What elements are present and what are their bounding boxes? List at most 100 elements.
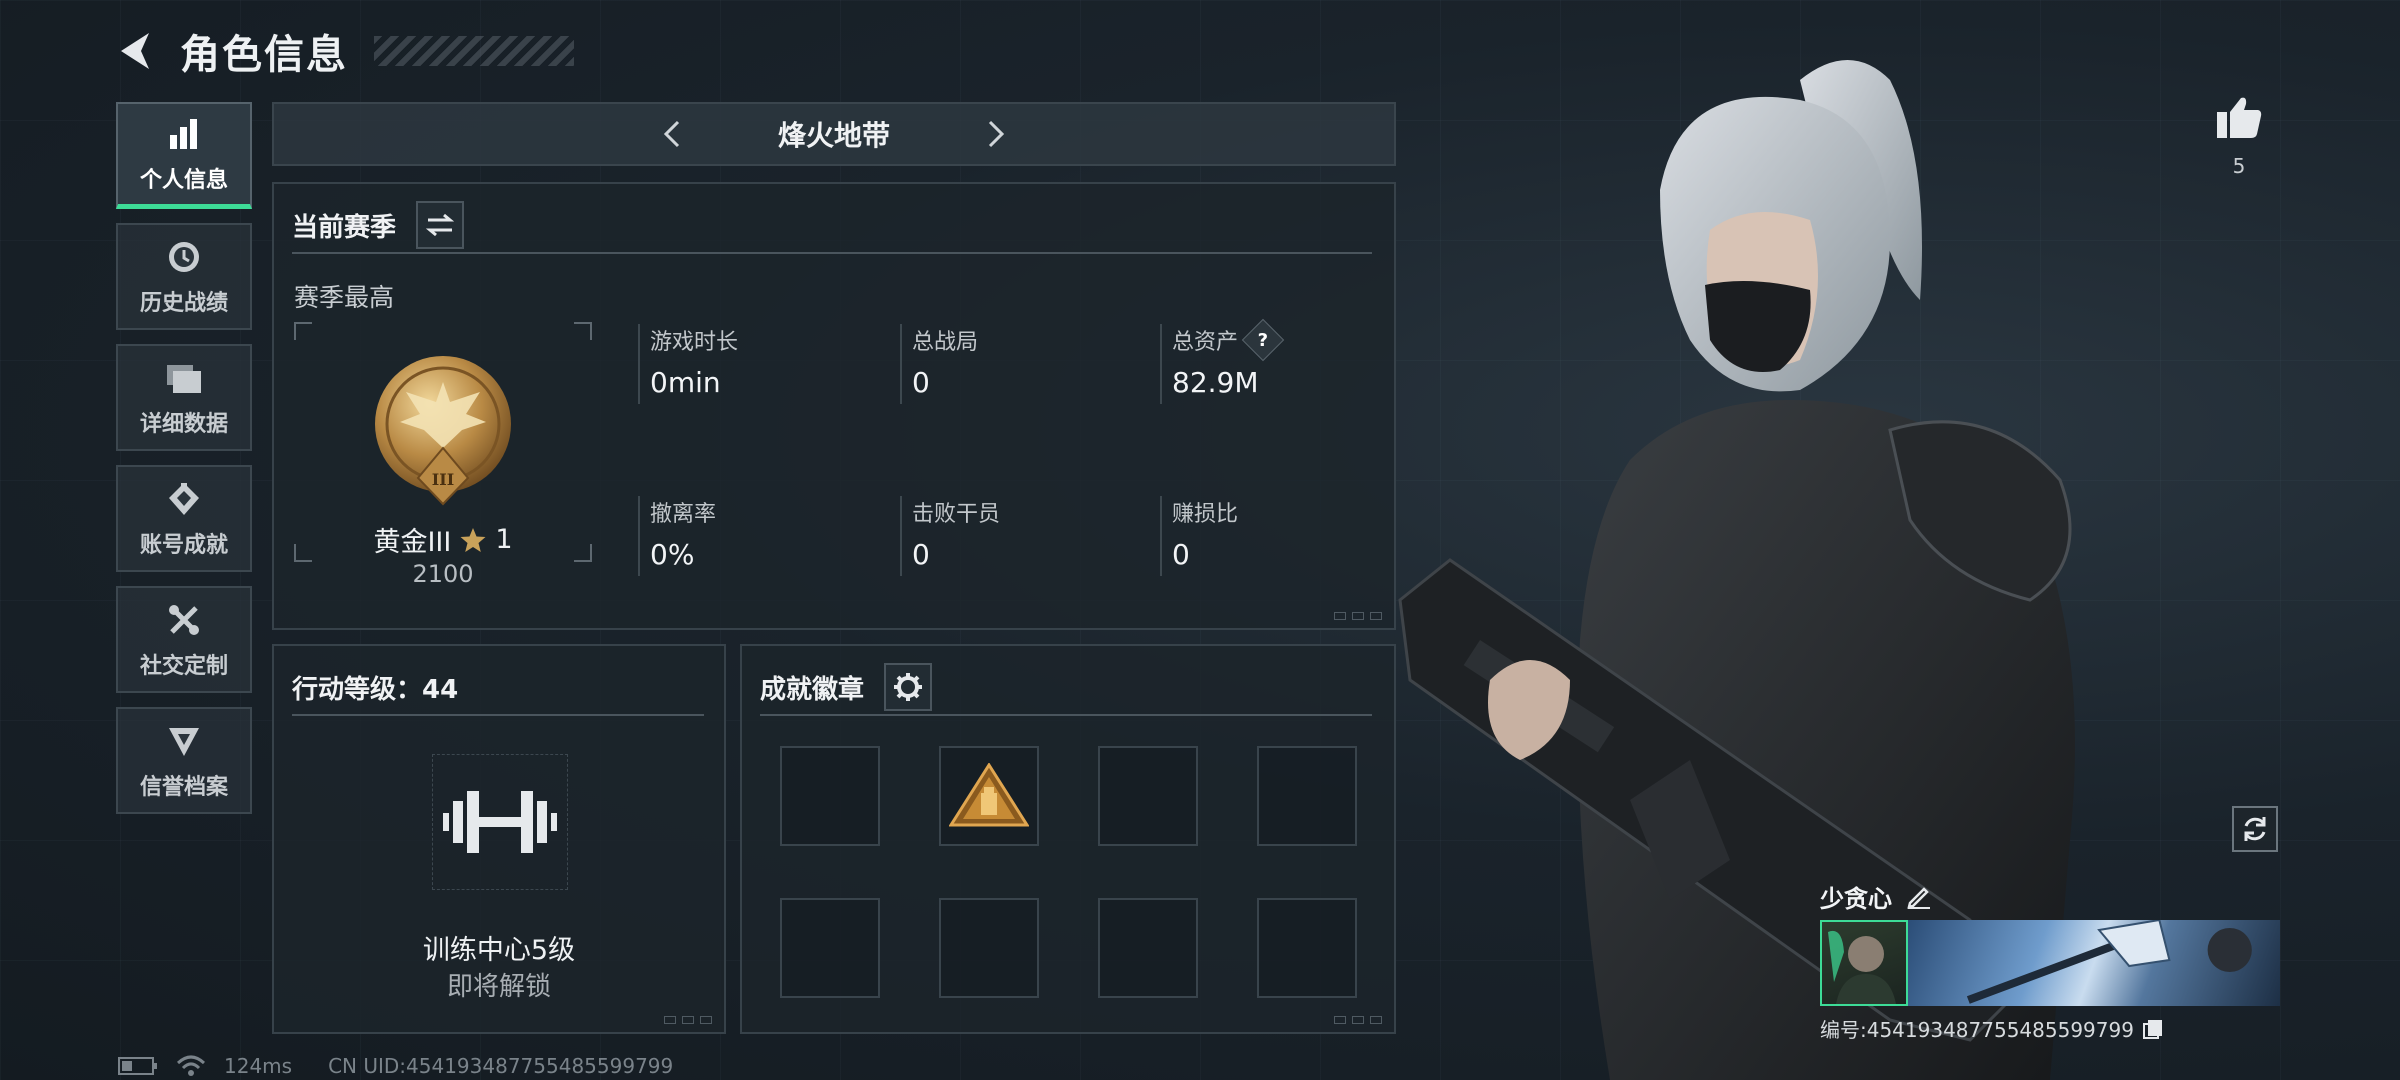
achievement-badges-panel: 成就徽章 — [740, 644, 1396, 1034]
avatar[interactable] — [1820, 920, 1908, 1006]
star-icon — [460, 527, 486, 552]
rank-box: III 黄金III 1 2100 — [294, 322, 592, 588]
question-icon: ? — [1257, 329, 1269, 351]
badge-slot[interactable] — [939, 898, 1039, 998]
mode-selector: 烽火地带 — [272, 102, 1396, 166]
player-uid-row: 编号:454193487755485599799 — [1820, 1014, 2280, 1043]
player-name-row: 少贪心 — [1820, 878, 2280, 914]
axe-artwork-icon — [1966, 920, 2252, 1004]
stat-label: 总资产 — [1172, 330, 1239, 355]
badges-header: 成就徽章 — [760, 660, 1372, 716]
wifi-icon — [176, 1055, 206, 1076]
stat-value: 0 — [912, 366, 930, 399]
nav-item-achievements[interactable]: 账号成就 — [116, 465, 252, 572]
stat-value: 0% — [650, 538, 695, 571]
ping-value: 124ms — [224, 1054, 293, 1078]
back-button[interactable] — [112, 26, 158, 76]
reputation-icon — [164, 721, 204, 761]
badge-slot[interactable] — [780, 746, 880, 846]
stat-label: 击败干员 — [912, 502, 1001, 527]
nav-label: 账号成就 — [139, 532, 228, 558]
badge-grid — [780, 746, 1357, 998]
rank-name-row: 黄金III 1 — [294, 520, 592, 559]
medal-numeral: III — [432, 470, 454, 489]
achievement-icon — [164, 479, 204, 519]
level-header: 行动等级：44 — [292, 660, 704, 716]
like-count: 5 — [2232, 154, 2246, 178]
stat-total-matches: 总战局 0 — [900, 324, 1140, 404]
badge-slot[interactable] — [1098, 746, 1198, 846]
mode-name: 烽火地带 — [777, 119, 890, 152]
next-mode-button[interactable] — [966, 104, 1026, 164]
banner-artwork — [1908, 920, 2280, 1006]
nav-item-personal-info[interactable]: 个人信息 — [116, 102, 252, 209]
refresh-button[interactable] — [2232, 806, 2278, 852]
frame-corner — [294, 322, 312, 340]
badge-slot[interactable] — [939, 746, 1039, 846]
nav-item-reputation[interactable]: 信誉档案 — [116, 707, 252, 814]
thumbs-up-icon — [2217, 97, 2262, 138]
unlock-name: 训练中心5级 — [422, 935, 576, 966]
nav-item-detailed-data[interactable]: 详细数据 — [116, 344, 252, 451]
chevron-left-icon — [663, 120, 680, 148]
help-button[interactable]: ? — [1241, 318, 1285, 362]
history-clock-icon — [164, 237, 204, 277]
prev-mode-button[interactable] — [642, 104, 702, 164]
training-center-icon-box — [432, 754, 568, 890]
pyramid-badge-icon — [949, 763, 1029, 827]
chevron-right-icon — [988, 120, 1005, 148]
side-nav: 个人信息 历史战绩 详细数据 账号成就 社交定制 信誉档案 — [116, 102, 252, 814]
nav-label: 历史战绩 — [139, 290, 228, 316]
player-uid: 编号:454193487755485599799 — [1820, 1018, 2134, 1042]
rank-score: 2100 — [412, 560, 474, 588]
folders-icon — [164, 358, 204, 398]
player-name-card: 少贪心 编号:454193487755485599799 — [1820, 878, 2280, 1043]
stat-label: 游戏时长 — [650, 330, 739, 355]
title-decoration — [374, 36, 574, 66]
rank-name: 黄金III — [373, 527, 452, 558]
tools-icon — [164, 600, 204, 640]
copy-icon[interactable] — [2142, 1018, 2164, 1040]
badge-slot[interactable] — [780, 898, 880, 998]
nav-item-history[interactable]: 历史战绩 — [116, 223, 252, 330]
avatar-portrait-icon — [1828, 930, 1896, 1004]
stat-value: 0min — [650, 366, 721, 399]
season-header: 当前赛季 — [292, 198, 1372, 254]
gold-rank-medal-icon: III — [375, 356, 511, 506]
battery-icon — [118, 1057, 157, 1075]
player-name: 少贪心 — [1820, 884, 1892, 913]
season-title: 当前赛季 — [292, 212, 397, 243]
page-title: 角色信息 — [180, 32, 348, 78]
refresh-icon — [2244, 817, 2266, 841]
bar-chart-icon — [164, 114, 204, 154]
profile-banner[interactable] — [1820, 920, 2280, 1006]
like-area[interactable]: 5 — [2208, 94, 2270, 178]
page-header: 角色信息 — [112, 22, 574, 80]
stat-value: 0 — [912, 538, 930, 571]
nav-label: 个人信息 — [139, 168, 228, 193]
back-arrow-icon — [121, 33, 149, 69]
rank-stars: 1 — [495, 524, 513, 555]
season-panel: 当前赛季 赛季最高 III 黄金III 1 2100 游戏时长 0min 总战局… — [272, 182, 1396, 630]
unlock-status: 即将解锁 — [446, 972, 551, 1002]
badges-title: 成就徽章 — [760, 674, 865, 705]
uid-text: CN UID:454193487755485599799 — [328, 1054, 674, 1078]
edit-pencil-icon[interactable] — [1906, 883, 1932, 909]
nav-label: 信誉档案 — [139, 774, 228, 800]
dumbbell-icon — [443, 791, 557, 853]
switch-season-button[interactable] — [416, 201, 465, 249]
nav-item-social-custom[interactable]: 社交定制 — [116, 586, 252, 693]
frame-corner — [574, 322, 592, 340]
action-level-title: 行动等级：44 — [292, 674, 459, 705]
badge-settings-button[interactable] — [884, 663, 933, 711]
nav-label: 社交定制 — [139, 653, 228, 679]
stat-label: 撤离率 — [650, 502, 717, 527]
nav-label: 详细数据 — [139, 411, 228, 437]
gear-icon — [894, 673, 923, 701]
status-bar: 124ms CN UID:454193487755485599799 — [118, 1054, 673, 1078]
badge-slot[interactable] — [1098, 898, 1198, 998]
stat-extract-rate: 撤离率 0% — [638, 496, 878, 576]
stat-label: 赚损比 — [1172, 502, 1239, 527]
corner-dots — [664, 1016, 712, 1024]
stat-play-time: 游戏时长 0min — [638, 324, 878, 404]
